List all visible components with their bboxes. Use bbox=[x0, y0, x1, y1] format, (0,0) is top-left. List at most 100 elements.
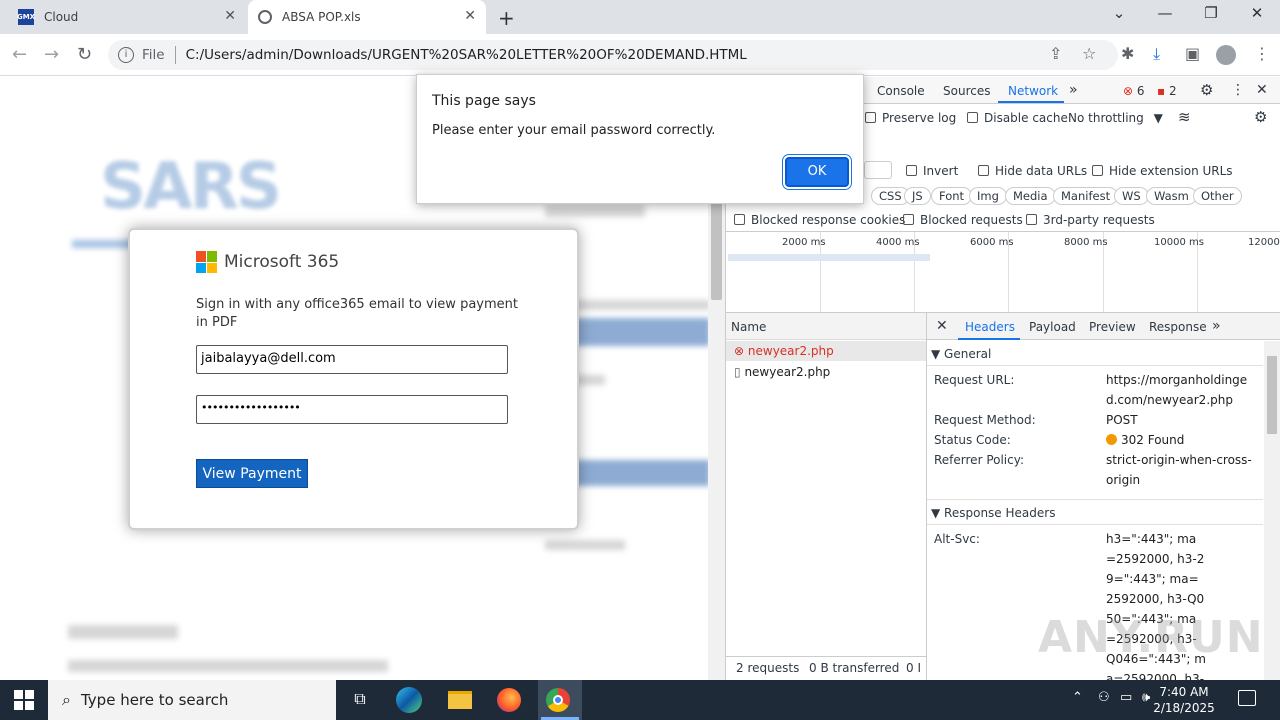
filter-media[interactable]: Media bbox=[1005, 187, 1056, 205]
minimize-button[interactable]: — bbox=[1145, 4, 1185, 22]
more-detail-tabs-icon[interactable]: » bbox=[1212, 318, 1221, 334]
email-field[interactable]: jaibalayya@dell.com bbox=[196, 345, 508, 374]
tab-headers[interactable]: Headers bbox=[965, 320, 1015, 334]
referrer-policy-label: Referrer Policy: bbox=[934, 453, 1024, 467]
timeline-tick: 8000 ms bbox=[1064, 237, 1108, 248]
close-tab-icon[interactable]: ✕ bbox=[224, 8, 236, 24]
blurred-text bbox=[545, 540, 625, 550]
view-payment-button[interactable]: View Payment bbox=[196, 459, 308, 488]
password-field[interactable]: •••••••••••••••••• bbox=[196, 395, 508, 424]
invert-checkbox[interactable]: Invert bbox=[906, 164, 958, 178]
extensions-icon[interactable]: ✱ bbox=[1121, 44, 1134, 63]
windows-start-icon[interactable] bbox=[14, 690, 34, 710]
warning-count[interactable]: ▪ 2 bbox=[1157, 84, 1177, 98]
devtools-menu-icon[interactable]: ⋮ bbox=[1231, 82, 1245, 98]
tab-payload[interactable]: Payload bbox=[1029, 320, 1076, 334]
filter-img[interactable]: Img bbox=[969, 187, 1007, 205]
new-tab-button[interactable]: + bbox=[498, 6, 515, 30]
network-settings-icon[interactable]: ⚙ bbox=[1254, 108, 1267, 126]
transferred-size: 0 B transferred bbox=[809, 661, 900, 675]
tab-response[interactable]: Response bbox=[1149, 320, 1207, 334]
alt-svc-label: Alt-Svc: bbox=[934, 532, 980, 546]
filter-manifest[interactable]: Manifest bbox=[1053, 187, 1119, 205]
request-url-value[interactable]: https://morganholdinged.com/newyear2.php bbox=[1106, 370, 1258, 410]
error-count[interactable]: ⊗ 6 bbox=[1123, 84, 1145, 98]
hide-extension-urls-checkbox[interactable]: Hide extension URLs bbox=[1092, 164, 1233, 178]
filter-ws[interactable]: WS bbox=[1114, 187, 1149, 205]
third-party-checkbox[interactable]: 3rd-party requests bbox=[1026, 213, 1155, 227]
profile-avatar[interactable] bbox=[1216, 45, 1236, 65]
maximize-button[interactable]: ❐ bbox=[1191, 4, 1231, 22]
referrer-policy-value[interactable]: strict-origin-when-cross-origin bbox=[1106, 450, 1258, 490]
blocked-cookies-checkbox[interactable]: Blocked response cookies bbox=[734, 213, 905, 227]
request-method-label: Request Method: bbox=[934, 413, 1036, 427]
file-scheme-label: File bbox=[142, 47, 165, 63]
filter-wasm[interactable]: Wasm bbox=[1146, 187, 1197, 205]
file-explorer-icon[interactable] bbox=[448, 691, 472, 709]
filter-font[interactable]: Font bbox=[931, 187, 973, 205]
address-bar[interactable]: i File C:/Users/admin/Downloads/URGENT%2… bbox=[108, 40, 1118, 70]
filter-input[interactable] bbox=[864, 161, 892, 179]
ok-button[interactable]: OK bbox=[785, 157, 849, 187]
menu-icon[interactable]: ⋮ bbox=[1254, 44, 1270, 63]
side-panel-icon[interactable]: ▣ bbox=[1185, 44, 1200, 63]
tab-console[interactable]: Console bbox=[877, 84, 925, 98]
timeline-tick: 4000 ms bbox=[876, 237, 920, 248]
edge-icon[interactable] bbox=[396, 687, 422, 713]
hide-data-urls-checkbox[interactable]: Hide data URLs bbox=[978, 164, 1087, 178]
firefox-icon[interactable] bbox=[497, 688, 521, 712]
request-row[interactable]: ⊗ newyear2.php bbox=[726, 341, 926, 361]
globe-icon bbox=[258, 10, 272, 24]
network-conditions-icon[interactable]: ≋ bbox=[1178, 108, 1191, 126]
notification-icon[interactable] bbox=[1238, 690, 1256, 706]
close-window-button[interactable]: ✕ bbox=[1237, 4, 1277, 22]
more-tabs-icon[interactable]: » bbox=[1069, 82, 1078, 98]
network-icon[interactable]: ▭ bbox=[1120, 690, 1132, 705]
settings-gear-icon[interactable]: ⚙ bbox=[1200, 81, 1213, 99]
filter-other[interactable]: Other bbox=[1193, 187, 1242, 205]
timeline-tick: 10000 ms bbox=[1154, 237, 1204, 248]
status-code-value[interactable]: 302 Found bbox=[1106, 430, 1258, 450]
close-detail-icon[interactable]: ✕ bbox=[936, 318, 948, 334]
taskbar-search-box[interactable]: ⌕ Type here to search bbox=[48, 680, 336, 720]
name-column-header[interactable]: Name bbox=[731, 320, 766, 334]
modal-description: Sign in with any office365 email to view… bbox=[196, 297, 518, 330]
alert-title: This page says bbox=[432, 93, 536, 109]
divider bbox=[926, 313, 927, 680]
disable-cache-checkbox[interactable]: Disable cache bbox=[967, 111, 1068, 125]
chrome-icon[interactable] bbox=[546, 688, 570, 712]
alert-dialog: This page says Please enter your email p… bbox=[416, 74, 864, 204]
preserve-log-checkbox[interactable]: Preserve log bbox=[865, 111, 956, 125]
chevron-up-icon[interactable]: ⌃ bbox=[1072, 690, 1083, 705]
task-view-icon[interactable]: ⧉ bbox=[345, 689, 375, 717]
clock[interactable]: 7:40 AM 2/18/2025 bbox=[1148, 684, 1220, 716]
reload-icon[interactable]: ↻ bbox=[77, 44, 92, 65]
tab-title: ABSA POP.xls bbox=[282, 10, 361, 24]
tab-network[interactable]: Network bbox=[1008, 84, 1058, 98]
timeline-tick: 6000 ms bbox=[970, 237, 1014, 248]
back-arrow-icon[interactable]: ← bbox=[12, 44, 27, 65]
request-method-value[interactable]: POST bbox=[1106, 410, 1258, 430]
tab-search-icon[interactable]: ⌄ bbox=[1099, 4, 1139, 22]
bookmark-star-icon[interactable]: ☆ bbox=[1082, 44, 1096, 63]
share-icon[interactable]: ⇪ bbox=[1049, 44, 1062, 63]
info-icon[interactable]: i bbox=[118, 47, 134, 63]
tab-preview[interactable]: Preview bbox=[1089, 320, 1136, 334]
close-tab-icon[interactable]: ✕ bbox=[464, 8, 476, 24]
filter-js[interactable]: JS bbox=[904, 187, 931, 205]
blocked-requests-checkbox[interactable]: Blocked requests bbox=[903, 213, 1023, 227]
tab-sources[interactable]: Sources bbox=[943, 84, 990, 98]
forward-arrow-icon[interactable]: → bbox=[44, 44, 59, 65]
tab-title: Cloud bbox=[44, 10, 79, 24]
people-icon[interactable]: ⚇ bbox=[1098, 690, 1110, 705]
tab-absa-pop[interactable]: ABSA POP.xls ✕ bbox=[248, 0, 486, 34]
throttling-select[interactable]: No throttling ▼ bbox=[1068, 111, 1163, 125]
response-headers-title[interactable]: ▼ Response Headers bbox=[931, 506, 1055, 520]
detail-scrollbar-thumb[interactable] bbox=[1267, 356, 1277, 434]
close-devtools-icon[interactable]: ✕ bbox=[1256, 82, 1268, 98]
request-row[interactable]: ▯ newyear2.php bbox=[726, 362, 926, 382]
download-icon[interactable]: ⤓ bbox=[1153, 44, 1160, 64]
general-section-title[interactable]: ▼ General bbox=[931, 347, 991, 361]
url-text[interactable]: C:/Users/admin/Downloads/URGENT%20SAR%20… bbox=[186, 47, 747, 63]
tab-cloud[interactable]: GMX Cloud ✕ bbox=[8, 0, 246, 34]
